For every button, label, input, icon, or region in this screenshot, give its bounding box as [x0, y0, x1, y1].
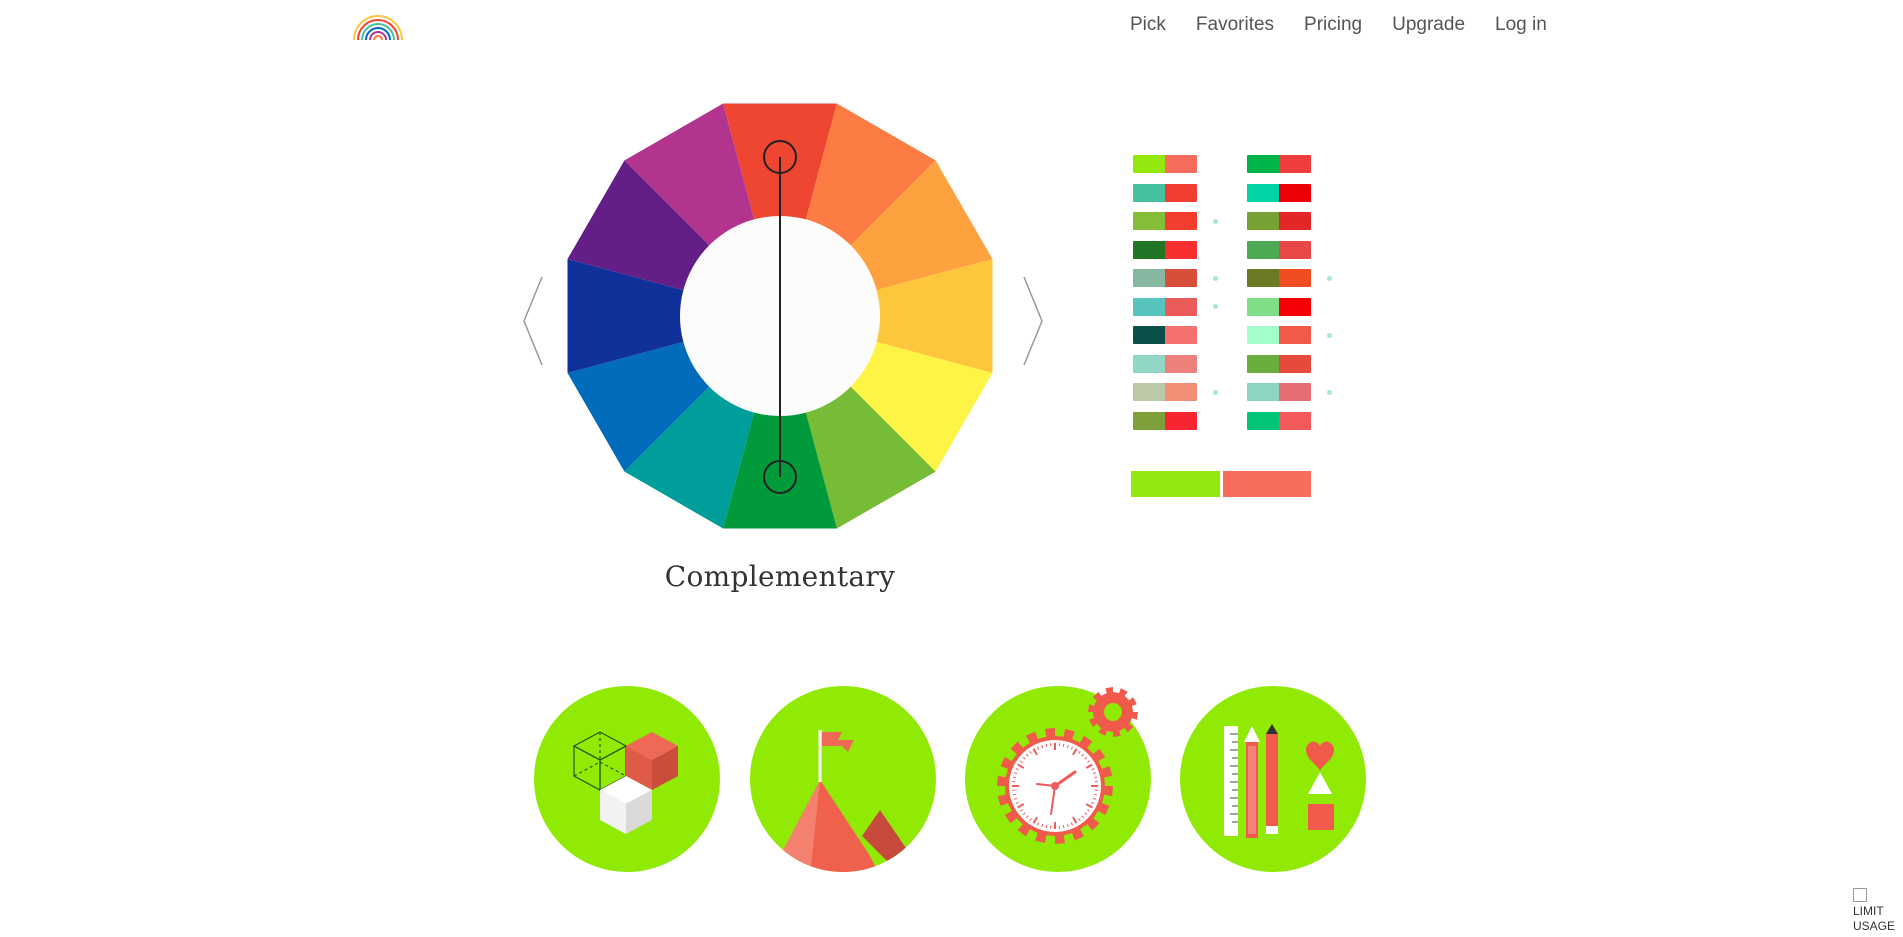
- palette-color-chip: [1279, 155, 1311, 173]
- palette-color-chip: [1133, 383, 1165, 401]
- palette-color-chip: [1165, 240, 1197, 259]
- rainbow-logo[interactable]: [352, 12, 404, 41]
- palette-swatch[interactable]: [1133, 354, 1197, 373]
- palette-swatch[interactable]: [1133, 240, 1197, 259]
- nav-favorites[interactable]: Favorites: [1196, 14, 1274, 36]
- selected-palette[interactable]: [1131, 471, 1311, 497]
- selected-color-block: [1222, 471, 1311, 497]
- cubes-icon: [572, 731, 678, 834]
- palette-swatch[interactable]: [1133, 383, 1197, 401]
- palette-swatch[interactable]: [1247, 354, 1311, 373]
- chevron-left-icon: [523, 276, 543, 366]
- palette-indicator-dot: [1327, 275, 1332, 281]
- palette-indicator-dot: [1327, 332, 1332, 338]
- palette-swatch[interactable]: [1133, 297, 1197, 316]
- broken-image-icon: [1853, 888, 1867, 902]
- palette-indicator-dot: [1327, 389, 1332, 395]
- palette-color-chip: [1279, 354, 1311, 373]
- palette-color-chip: [1133, 212, 1165, 230]
- palette-color-chip: [1165, 354, 1197, 373]
- palette-swatch[interactable]: [1247, 212, 1311, 230]
- mountain-flag-icon: [780, 730, 908, 872]
- palette-swatch[interactable]: [1133, 269, 1197, 287]
- palette-color-chip: [1165, 326, 1197, 344]
- palette-color-chip: [1133, 183, 1165, 202]
- palette-color-chip: [1165, 411, 1197, 430]
- palette-swatch[interactable]: [1133, 212, 1197, 230]
- scheme-title: Complementary: [664, 560, 896, 593]
- palette-color-chip: [1247, 383, 1279, 401]
- palette-grid: [1133, 155, 1353, 435]
- palette-color-chip: [1247, 183, 1279, 202]
- palette-color-chip: [1133, 411, 1165, 430]
- palette-color-chip: [1165, 383, 1197, 401]
- palette-swatch[interactable]: [1133, 326, 1197, 344]
- palette-color-chip: [1165, 183, 1197, 202]
- palette-color-chip: [1165, 155, 1197, 173]
- palette-color-chip: [1247, 354, 1279, 373]
- palette-indicator-dot: [1213, 218, 1218, 224]
- feature-mountain[interactable]: [750, 686, 936, 872]
- palette-color-chip: [1279, 326, 1311, 344]
- palette-color-chip: [1165, 269, 1197, 287]
- small-gear-icon: [1087, 686, 1139, 738]
- palette-color-chip: [1247, 297, 1279, 316]
- palette-color-chip: [1279, 411, 1311, 430]
- palette-color-chip: [1133, 155, 1165, 173]
- palette-indicator-dot: [1213, 304, 1218, 309]
- palette-color-chip: [1279, 183, 1311, 202]
- rainbow-logo-icon: [353, 15, 403, 41]
- palette-color-chip: [1133, 269, 1165, 287]
- palette-color-chip: [1133, 326, 1165, 344]
- limit-usage-alt-text: LIMIT USAGE: [1853, 903, 1896, 934]
- palette-color-chip: [1247, 411, 1279, 430]
- nav-pricing[interactable]: Pricing: [1304, 14, 1362, 36]
- palette-swatch[interactable]: [1247, 383, 1311, 401]
- palette-indicator-dot: [1213, 275, 1218, 281]
- palette-color-chip: [1279, 240, 1311, 259]
- next-scheme-arrow[interactable]: [1020, 275, 1046, 367]
- palette-color-chip: [1279, 297, 1311, 316]
- palette-color-chip: [1247, 240, 1279, 259]
- palette-color-chip: [1279, 383, 1311, 401]
- palette-swatch[interactable]: [1247, 326, 1311, 344]
- nav-upgrade[interactable]: Upgrade: [1392, 14, 1465, 36]
- palette-color-chip: [1133, 297, 1165, 316]
- palette-color-chip: [1133, 354, 1165, 373]
- palette-swatch[interactable]: [1247, 155, 1311, 173]
- palette-color-chip: [1133, 240, 1165, 259]
- feature-design-tools[interactable]: [1180, 686, 1366, 872]
- palette-swatch[interactable]: [1247, 411, 1311, 430]
- design-tools-icon: [1224, 724, 1334, 838]
- palette-color-chip: [1279, 212, 1311, 230]
- palette-color-chip: [1165, 297, 1197, 316]
- color-wheel[interactable]: [560, 96, 1000, 536]
- palette-swatch[interactable]: [1133, 155, 1197, 173]
- palette-color-chip: [1247, 212, 1279, 230]
- nav-login[interactable]: Log in: [1495, 14, 1547, 36]
- palette-swatch[interactable]: [1133, 183, 1197, 202]
- previous-scheme-arrow[interactable]: [520, 275, 546, 367]
- chevron-right-icon: [1023, 276, 1043, 366]
- palette-color-chip: [1247, 326, 1279, 344]
- palette-swatch[interactable]: [1247, 240, 1311, 259]
- palette-color-chip: [1279, 269, 1311, 287]
- nav-pick[interactable]: Pick: [1130, 14, 1166, 36]
- selected-color-block: [1131, 471, 1220, 497]
- palette-color-chip: [1247, 155, 1279, 173]
- limit-usage-badge: LIMIT USAGE: [1853, 888, 1903, 937]
- feature-cubes[interactable]: [534, 686, 720, 872]
- main-nav: Pick Favorites Pricing Upgrade Log in: [1130, 14, 1547, 36]
- palette-swatch[interactable]: [1247, 183, 1311, 202]
- palette-swatch[interactable]: [1247, 269, 1311, 287]
- palette-color-chip: [1247, 269, 1279, 287]
- palette-swatch[interactable]: [1247, 297, 1311, 316]
- palette-indicator-dot: [1213, 389, 1218, 395]
- palette-swatch[interactable]: [1133, 411, 1197, 430]
- palette-color-chip: [1165, 212, 1197, 230]
